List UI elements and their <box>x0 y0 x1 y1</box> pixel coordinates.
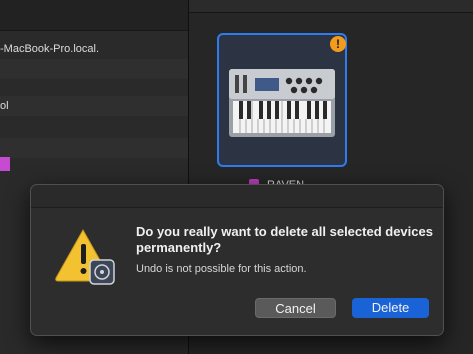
device-list-row[interactable] <box>0 118 188 138</box>
canvas-header <box>189 0 473 13</box>
row-label: -MacBook-Pro.local. <box>0 43 100 55</box>
device-list-row[interactable] <box>0 138 188 158</box>
warning-badge-icon: ! <box>330 36 346 52</box>
warning-icon <box>55 228 115 285</box>
device-list-row[interactable]: ol <box>0 96 188 116</box>
delete-button[interactable]: Delete <box>352 298 429 318</box>
dialog-informative-text: Undo is not possible for this action. <box>136 263 307 275</box>
color-marker <box>0 157 10 171</box>
device-list-row[interactable]: -MacBook-Pro.local. <box>0 39 188 59</box>
cancel-button[interactable]: Cancel <box>255 298 336 318</box>
dialog-message: Do you really want to delete all selecte… <box>136 224 433 255</box>
device-list-row[interactable] <box>0 59 188 79</box>
midi-keyboard-icon <box>229 69 335 137</box>
device-list-header <box>0 0 188 31</box>
row-label: ol <box>0 100 9 112</box>
device-tile[interactable] <box>217 33 347 167</box>
dialog-titlebar <box>31 185 443 208</box>
